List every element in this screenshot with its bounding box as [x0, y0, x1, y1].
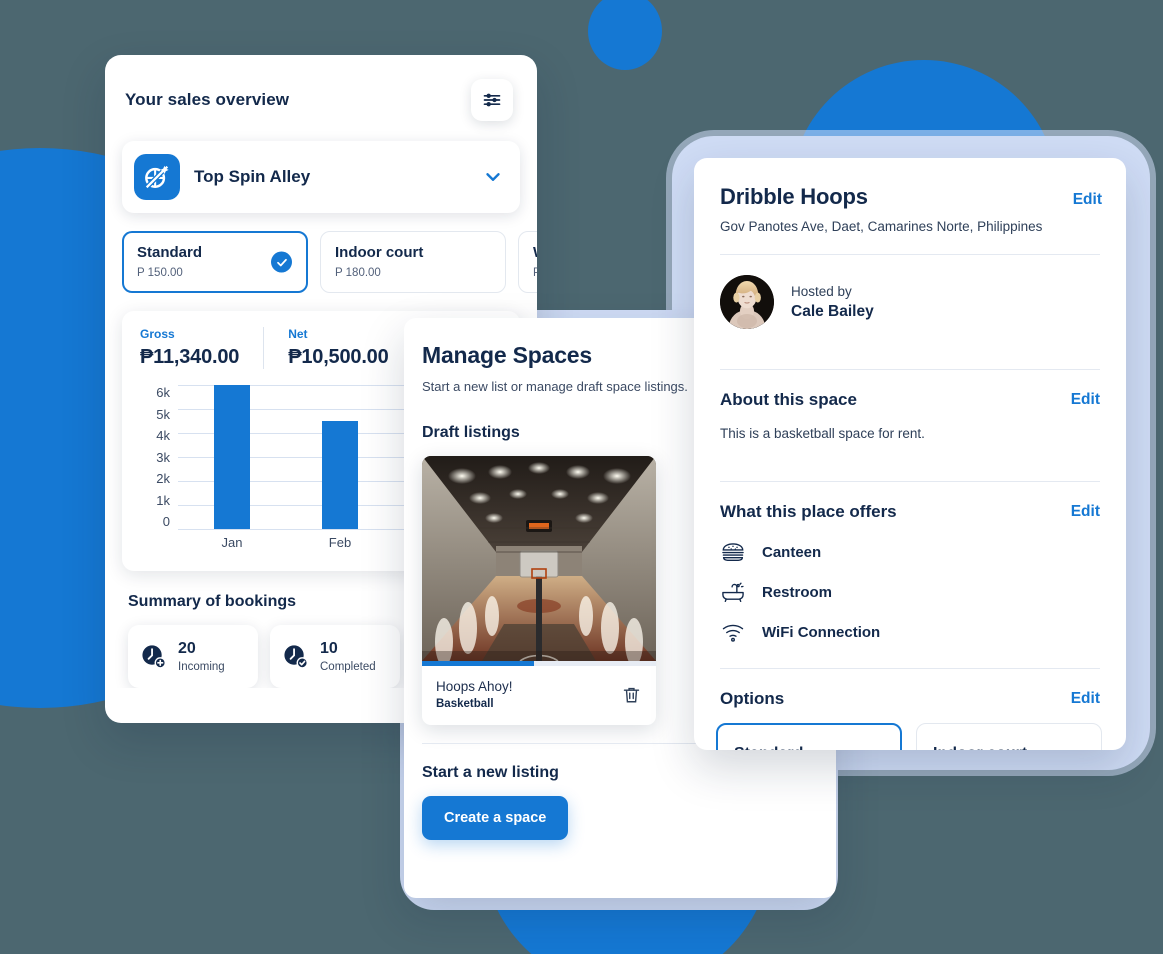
- chart-x-tick: Feb: [328, 534, 352, 550]
- chart-y-axis: 6k 5k 4k 3k 2k 1k 0: [140, 385, 170, 555]
- detail-option-name: Indoor court: [933, 745, 1027, 750]
- pricing-option-name: Standard: [137, 244, 203, 261]
- background-blob-top-dot: [588, 0, 662, 70]
- pricing-option-selected-check: [271, 251, 292, 273]
- options-section-header: Options Edit: [694, 669, 1126, 709]
- detail-options-list: Standard Indoor court: [694, 709, 1126, 750]
- space-title-row: Dribble Hoops Edit: [720, 184, 1102, 210]
- total-net-value: ₱10,500.00: [288, 346, 389, 368]
- page-title: Your sales overview: [125, 90, 290, 109]
- booking-stat-completed[interactable]: 10 Completed: [270, 625, 400, 688]
- detail-option-indoor-court[interactable]: Indoor court: [916, 723, 1102, 750]
- chart-bar-cell: [286, 385, 394, 529]
- sales-card-header: Your sales overview: [105, 55, 537, 129]
- venue-logo: [134, 154, 180, 200]
- pricing-option-list: Standard P 150.00 Indoor court P 180.00 …: [105, 213, 537, 293]
- amenity-label: WiFi Connection: [762, 623, 881, 641]
- check-icon: [276, 258, 287, 266]
- pricing-option-price: P 150.00: [137, 267, 183, 279]
- chart-x-tick: Jan: [221, 534, 243, 550]
- bathtub-icon: [722, 582, 744, 603]
- sliders-icon: [483, 93, 501, 107]
- indoor-basketball-court-image: [422, 456, 656, 661]
- booking-stat-count: 20: [178, 640, 196, 657]
- amenity-restroom: Restroom: [694, 572, 1126, 612]
- space-detail-header: Dribble Hoops Edit Gov Panotes Ave, Daet…: [694, 158, 1126, 234]
- about-section-header: About this space Edit: [694, 370, 1126, 410]
- booking-stat-label: Completed: [320, 661, 376, 673]
- space-detail-card: Dribble Hoops Edit Gov Panotes Ave, Daet…: [694, 158, 1126, 750]
- chart-bar-feb: [322, 421, 358, 529]
- total-gross-value: ₱11,340.00: [140, 346, 240, 368]
- total-net-label: Net: [288, 327, 308, 341]
- trash-icon[interactable]: [621, 684, 642, 706]
- chart-y-tick: 5k: [156, 406, 170, 422]
- options-heading: Options: [720, 689, 785, 708]
- chart-y-tick: 3k: [156, 449, 170, 465]
- offers-section-header: What this place offers Edit: [694, 482, 1126, 522]
- venue-selector[interactable]: Top Spin Alley: [122, 141, 520, 213]
- host-name: Cale Bailey: [791, 302, 874, 320]
- booking-stat-count: 10: [320, 640, 338, 657]
- listing-footer: Hoops Ahoy! Basketball: [422, 666, 656, 725]
- chart-y-tick: 2k: [156, 471, 170, 486]
- amenity-canteen: Canteen: [694, 532, 1126, 572]
- pricing-option-indoor-court[interactable]: Indoor court P 180.00: [320, 231, 506, 293]
- pricing-option-whole-court[interactable]: Whole court P 250.00: [518, 231, 537, 293]
- amenity-label: Restroom: [762, 583, 833, 601]
- detail-option-name: Standard: [734, 745, 803, 750]
- offers-heading: What this place offers: [720, 502, 897, 521]
- amenity-label: Canteen: [762, 543, 822, 561]
- burger-icon: [722, 543, 744, 561]
- host-prefix: Hosted by: [791, 283, 852, 299]
- clock-check-icon: [284, 645, 308, 669]
- total-gross-label: Gross: [140, 327, 175, 341]
- edit-about-link[interactable]: Edit: [1071, 391, 1100, 409]
- host-portrait-image: [720, 275, 774, 329]
- wifi-icon: [722, 624, 744, 642]
- host-row: Hosted by Cale Bailey: [694, 255, 1126, 349]
- edit-title-link[interactable]: Edit: [1073, 191, 1102, 209]
- booking-stat-label: Incoming: [178, 661, 225, 673]
- listing-image: [422, 456, 656, 661]
- pricing-option-price: P 180.00: [335, 267, 381, 279]
- venue-name: Top Spin Alley: [194, 167, 311, 186]
- clock-plus-icon: [142, 645, 166, 669]
- listing-category: Basketball: [436, 698, 494, 710]
- space-title: Dribble Hoops: [720, 184, 868, 209]
- create-space-button[interactable]: Create a space: [422, 796, 569, 840]
- chart-bar-cell: [178, 385, 286, 529]
- amenities-list: Canteen Restroom WiFi Connection: [694, 522, 1126, 652]
- chart-y-tick: 0: [162, 514, 170, 529]
- total-net: Net ₱10,500.00: [263, 327, 412, 369]
- filter-button[interactable]: [471, 79, 513, 121]
- avatar: [720, 275, 774, 329]
- pricing-option-standard[interactable]: Standard P 150.00: [122, 231, 308, 293]
- chart-y-tick: 1k: [156, 492, 170, 508]
- pricing-option-name: Indoor court: [335, 244, 424, 261]
- pricing-option-price: P 250.00: [533, 267, 537, 279]
- about-text: This is a basketball space for rent.: [720, 426, 925, 441]
- space-address: Gov Panotes Ave, Daet, Camarines Norte, …: [720, 219, 1043, 234]
- edit-options-link[interactable]: Edit: [1071, 690, 1100, 708]
- booking-stat-incoming[interactable]: 20 Incoming: [128, 625, 258, 688]
- listing-name: Hoops Ahoy!: [436, 679, 513, 694]
- about-heading: About this space: [720, 390, 857, 409]
- pingpong-paddle-icon: [144, 164, 170, 190]
- chevron-down-icon[interactable]: [482, 166, 504, 188]
- total-gross: Gross ₱11,340.00: [140, 327, 263, 369]
- edit-offers-link[interactable]: Edit: [1071, 503, 1100, 521]
- chart-bar-jan: [214, 385, 250, 529]
- chart-y-tick: 6k: [156, 385, 170, 400]
- amenity-wifi: WiFi Connection: [694, 612, 1126, 652]
- detail-option-standard[interactable]: Standard: [716, 723, 902, 750]
- draft-listing-card[interactable]: Hoops Ahoy! Basketball: [422, 456, 656, 725]
- pricing-option-name: Whole court: [533, 244, 537, 261]
- chart-y-tick: 4k: [156, 428, 170, 443]
